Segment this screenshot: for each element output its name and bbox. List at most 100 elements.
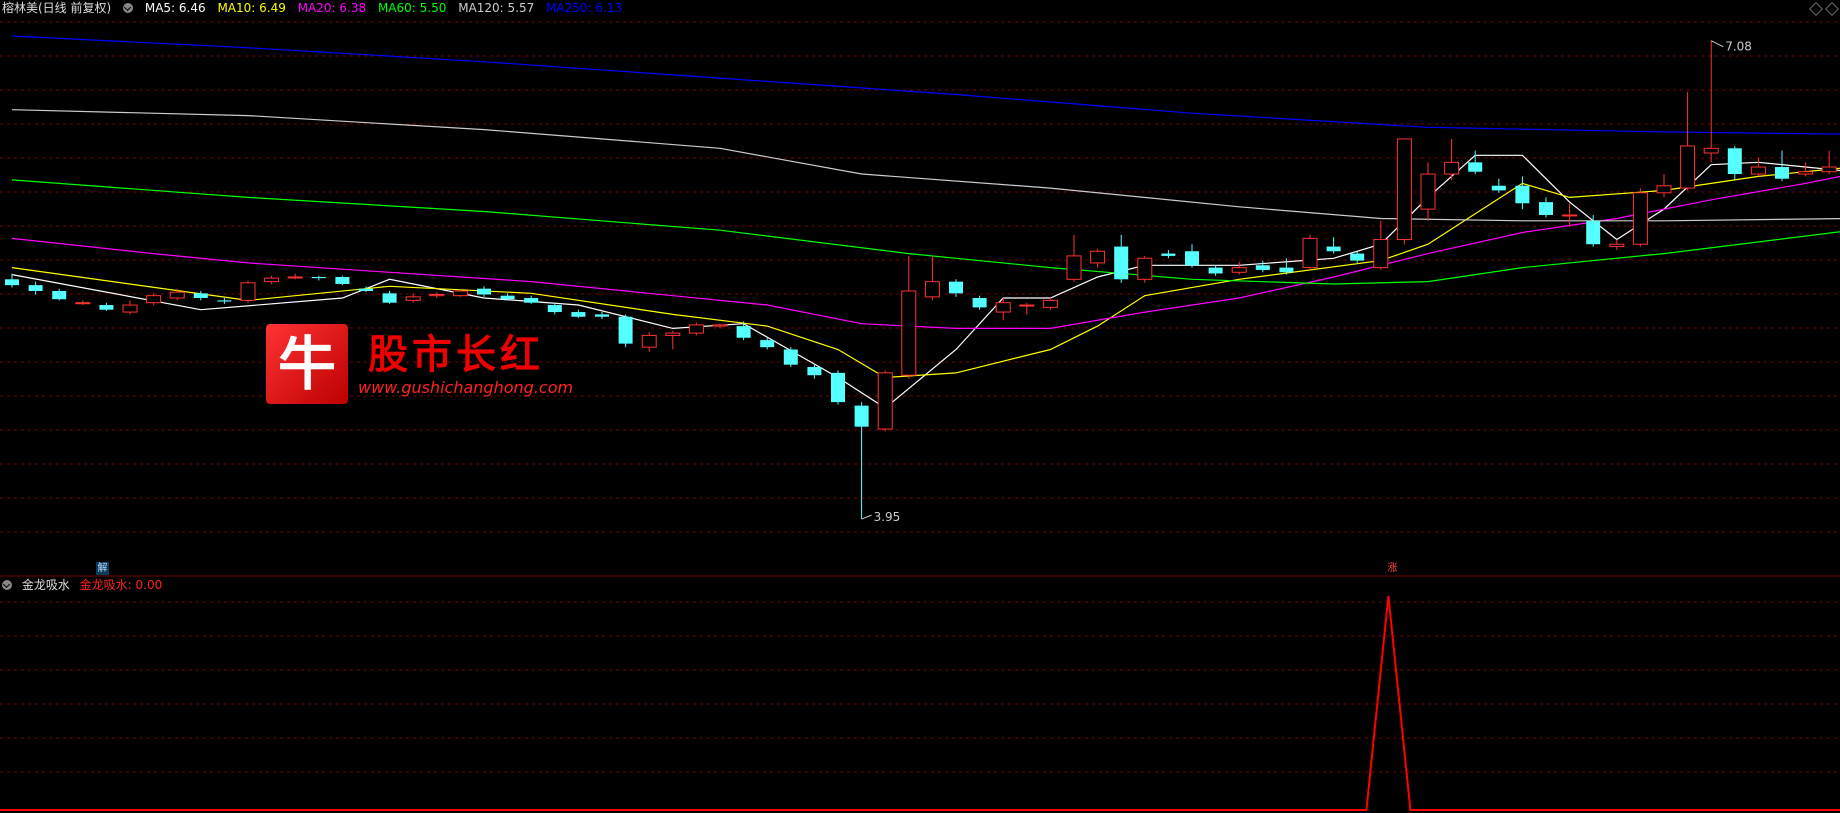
indicator-name: 金龙吸水: [21, 578, 70, 592]
candle-body-down: [1468, 162, 1483, 172]
candle-body-down: [1775, 167, 1789, 179]
candle-body-down: [1255, 265, 1270, 270]
candle-body-down: [5, 279, 19, 286]
candle-body-up: [1444, 161, 1460, 175]
candle-body-down: [1539, 202, 1553, 215]
buy-signal-badge: 解: [96, 562, 109, 575]
watermark-logo: 牛: [266, 324, 348, 404]
candle-body-down: [854, 405, 869, 427]
candle-body-down: [1185, 251, 1199, 266]
candle-body-up: [641, 334, 657, 348]
candle-body-down: [99, 305, 114, 310]
candle-body-up: [1632, 192, 1648, 245]
ma-line-ma250: [11, 35, 1840, 135]
candle-body-down: [760, 340, 775, 348]
candle-body-up: [995, 302, 1011, 313]
ma10-label: MA10: 6.49: [217, 1, 286, 15]
candle-body-up: [924, 281, 940, 298]
candle-body-up: [240, 282, 256, 301]
candle-body-up: [1680, 145, 1696, 189]
candle-body-down: [1326, 246, 1341, 252]
indicator-settings-icon[interactable]: [2, 580, 12, 590]
candle-body-down: [1114, 246, 1129, 280]
candle-body-down: [831, 372, 845, 403]
candle-body-up: [75, 302, 91, 305]
indicator-value: 金龙吸水: 0.00: [79, 578, 163, 592]
candle-body-down: [217, 300, 232, 302]
candle-body-down: [807, 367, 822, 376]
watermark-title: 股市长红: [368, 331, 544, 378]
candle-body-down: [1515, 185, 1530, 204]
candle-body-down: [500, 295, 515, 300]
price-header: 榕林美(日线 前复权) MA5: 6.46 MA10: 6.49 MA20: 6…: [2, 0, 630, 16]
candle-body-down: [193, 293, 208, 299]
indicator-header: 金龙吸水 金龙吸水: 0.00: [2, 577, 168, 593]
candle-body-up: [901, 290, 917, 376]
candle-body-down: [382, 293, 397, 303]
ma60-label: MA60: 5.50: [377, 1, 447, 15]
candle-body-up: [146, 295, 162, 304]
candle-body-down: [949, 281, 963, 294]
low-marker-line: [861, 514, 872, 520]
low-price-label: 3.95: [874, 510, 901, 524]
candle-body-down: [311, 276, 326, 279]
candle-body-down: [52, 291, 67, 300]
candle-body-down: [736, 326, 751, 338]
candle-body-up: [712, 324, 728, 327]
stock-title: 榕林美(日线 前复权): [2, 1, 112, 15]
candle-body-up: [1562, 214, 1578, 217]
ma120-label: MA120: 5.57: [458, 1, 535, 15]
candle-body-up: [1019, 304, 1035, 307]
candle-body-down: [1208, 267, 1223, 274]
candle-body-up: [452, 290, 468, 297]
ma-line-ma120: [11, 109, 1840, 222]
watermark-url: www.gushichanghong.com: [358, 378, 574, 397]
candle-body-up: [1302, 237, 1318, 269]
candle-body-up: [1656, 185, 1672, 194]
candle-body-down: [524, 298, 539, 303]
indicator-line: [0, 595, 1840, 811]
candle-body-up: [1609, 243, 1625, 248]
ma20-label: MA20: 6.38: [297, 1, 367, 15]
candle-body-up: [287, 276, 303, 279]
candle-body-down: [1279, 267, 1294, 273]
ma-line-ma60: [11, 179, 1840, 285]
candle-body-up: [1137, 257, 1153, 280]
candle-body-up: [1042, 299, 1058, 308]
candle-body-down: [28, 285, 43, 291]
candle-body-down: [571, 312, 586, 317]
candle-body-up: [405, 296, 421, 301]
up-signal-badge: 涨: [1387, 563, 1398, 574]
candle-body-up: [1420, 173, 1436, 210]
ma-line-ma20: [11, 175, 1840, 329]
candle-body-down: [335, 276, 350, 284]
settings-circle-icon[interactable]: [123, 3, 134, 13]
candle-body-up: [122, 304, 138, 313]
watermark: 牛 股市长红 www.gushichanghong.com: [262, 322, 590, 406]
candle-body-down: [783, 349, 798, 365]
candle-body-down: [1491, 185, 1506, 191]
candle-body-up: [264, 277, 280, 283]
candle-body-up: [1396, 138, 1412, 241]
candle-body-up: [665, 332, 681, 336]
ma5-label: MA5: 6.46: [144, 1, 206, 15]
candle-body-up: [1750, 166, 1766, 175]
high-price-label: 7.08: [1725, 40, 1752, 54]
candle-body-up: [1821, 166, 1837, 173]
candle-body-down: [595, 314, 609, 317]
candle-body-up: [1090, 250, 1106, 264]
candle-body-up: [688, 324, 704, 334]
candle-body-down: [1161, 253, 1176, 256]
candle-body-down: [359, 288, 373, 291]
candle-body-up: [1373, 239, 1389, 269]
high-marker-line: [1710, 40, 1724, 48]
candle-body-up: [1703, 147, 1719, 154]
candle-body-up: [877, 372, 893, 430]
candle-body-down: [1350, 253, 1365, 261]
candle-body-up: [1231, 267, 1247, 273]
candle-body-down: [972, 298, 987, 308]
kline-chart[interactable]: 7.08 3.95: [0, 0, 1840, 813]
candle-body-up: [1066, 255, 1082, 280]
candle-body-down: [1586, 220, 1601, 245]
candle-body-down: [618, 316, 633, 344]
